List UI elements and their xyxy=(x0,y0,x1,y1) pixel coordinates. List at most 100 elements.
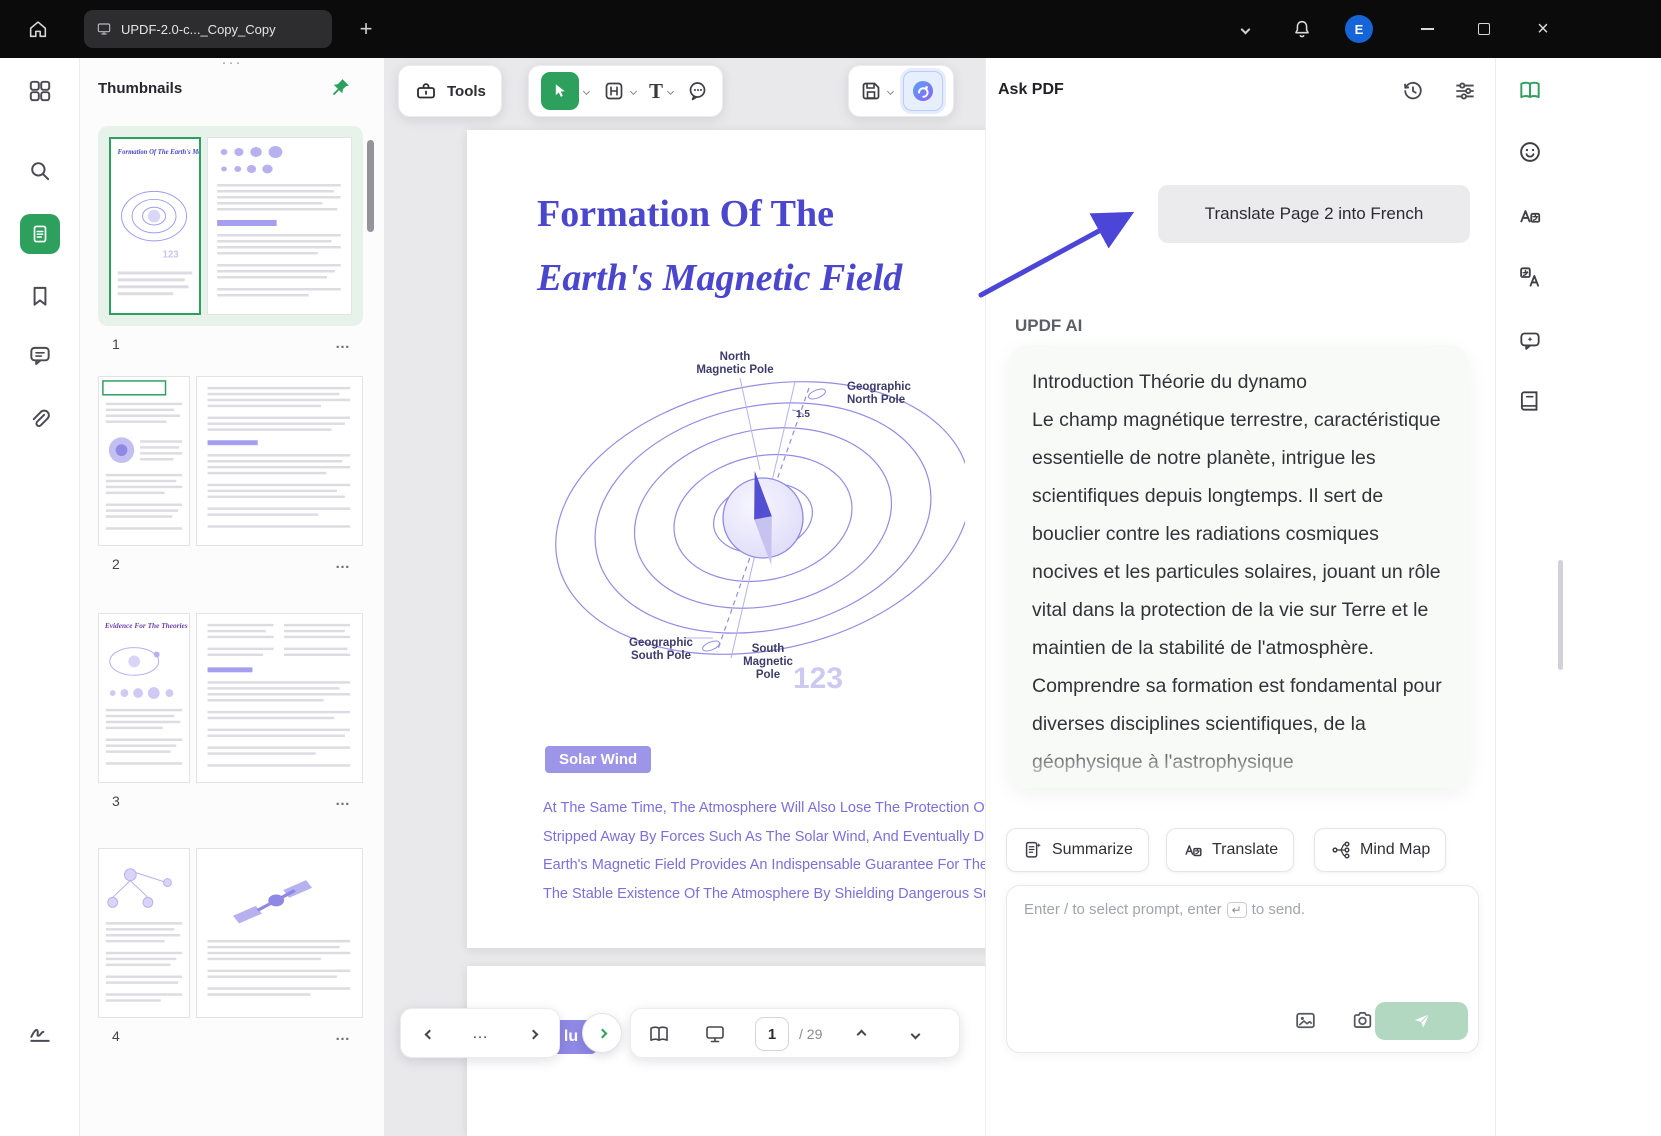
apps-grid-button[interactable] xyxy=(27,78,53,104)
mind-map-chip[interactable]: Mind Map xyxy=(1314,828,1446,872)
reading-mode-button[interactable] xyxy=(639,1009,679,1059)
pdf-page-1: Formation Of The Earth's Magnetic Field xyxy=(467,130,985,948)
page-tool-icon xyxy=(602,79,626,103)
save-icon xyxy=(859,79,883,103)
thumbnail-2-left-preview xyxy=(99,377,189,545)
thumbnail-2-menu-button[interactable]: … xyxy=(335,555,351,572)
thumbnail-1-right-preview xyxy=(208,138,351,314)
expand-button[interactable] xyxy=(582,1013,622,1053)
back-button[interactable] xyxy=(411,1009,447,1059)
maximize-button[interactable] xyxy=(1460,0,1508,58)
comment-icon xyxy=(27,343,53,369)
pdf-title-line1: Formation Of The xyxy=(537,192,834,236)
more-actions-button[interactable]: … xyxy=(463,1009,499,1059)
select-tool-button[interactable] xyxy=(541,72,589,110)
bell-icon xyxy=(1291,18,1313,40)
thumbnail-4-menu-button[interactable]: … xyxy=(335,1027,351,1044)
next-page-button[interactable] xyxy=(897,1009,933,1059)
save-tool-button[interactable] xyxy=(859,79,893,103)
grid-icon xyxy=(27,78,53,104)
bookmarks-button[interactable] xyxy=(27,283,53,309)
thumbnail-3-menu-button[interactable]: … xyxy=(335,792,351,809)
thumbnail-page-4[interactable]: 4 … xyxy=(98,848,363,1044)
ai-sender-label: UPDF AI xyxy=(1015,316,1082,336)
new-tab-button[interactable]: + xyxy=(342,0,390,58)
thumbnails-panel-button[interactable] xyxy=(20,214,60,254)
minimize-button[interactable] xyxy=(1403,0,1451,58)
updf-window: UPDF-2.0-c..._Copy_Copy + E × xyxy=(0,0,1661,1136)
attachments-button[interactable] xyxy=(27,407,53,433)
notebook-button[interactable] xyxy=(1517,388,1543,414)
text-tool-button[interactable]: T xyxy=(649,79,673,104)
forward-button[interactable] xyxy=(515,1009,551,1059)
attach-image-button[interactable] xyxy=(1293,1008,1318,1033)
pdf-title-line2: Earth's Magnetic Field xyxy=(537,256,902,300)
thumbnail-page-2[interactable]: 2 … xyxy=(98,376,363,572)
previous-page-button[interactable] xyxy=(843,1009,879,1059)
presentation-button[interactable] xyxy=(695,1009,735,1059)
input-placeholder: Enter / to select prompt, enter↵to send. xyxy=(1024,901,1305,918)
close-button[interactable]: × xyxy=(1519,0,1567,58)
thumbnails-scrollbar[interactable] xyxy=(367,140,374,232)
notifications-button[interactable] xyxy=(1278,0,1326,58)
pdf-paragraph: At The Same Time, The Atmosphere Will Al… xyxy=(543,794,985,908)
account-avatar[interactable]: E xyxy=(1345,15,1373,43)
svg-text:South: South xyxy=(752,643,785,655)
thumbnail-4-left-preview xyxy=(99,849,189,1017)
thumbnail-1-menu-button[interactable]: … xyxy=(335,335,351,352)
settings-button[interactable] xyxy=(1452,78,1478,104)
search-button[interactable] xyxy=(27,158,53,184)
send-button[interactable] xyxy=(1375,1002,1468,1040)
reader-mode-button[interactable] xyxy=(1517,77,1543,103)
translate-page-button[interactable] xyxy=(1517,203,1543,229)
svg-text:North: North xyxy=(720,351,751,363)
comments-panel-button[interactable] xyxy=(27,343,53,369)
card-fade xyxy=(1010,744,1468,788)
thumbnail-page-1[interactable]: Formation Of The Earth's Magnetic Field … xyxy=(98,126,363,352)
screenshot-button[interactable] xyxy=(1350,1008,1375,1033)
page-tool-button[interactable] xyxy=(602,79,636,103)
pin-panel-button[interactable] xyxy=(330,76,352,98)
translate-selection-button[interactable] xyxy=(1517,264,1543,290)
image-icon xyxy=(1293,1008,1318,1033)
page-total: / 29 xyxy=(799,1009,822,1059)
left-sidebar xyxy=(0,58,80,1136)
comment-tool-button[interactable] xyxy=(686,79,710,103)
chevron-down-icon xyxy=(1240,24,1250,34)
page-number-3: 3 xyxy=(112,793,120,809)
ai-response-body: Le champ magnétique terrestre, caractéri… xyxy=(1032,401,1446,781)
page-number-1: 1 xyxy=(112,336,120,352)
ai-chat-button[interactable] xyxy=(1517,327,1543,353)
thumbnail-page-3[interactable]: Evidence For The Theories xyxy=(98,613,363,809)
placeholder-pre: Enter / to select prompt, enter xyxy=(1024,901,1222,918)
translate-chip[interactable]: Translate xyxy=(1166,828,1294,872)
translate-icon xyxy=(1182,839,1204,861)
thumbnail-3-spread: Evidence For The Theories xyxy=(98,613,363,783)
home-button[interactable] xyxy=(14,0,62,58)
chevron-down-icon xyxy=(887,87,894,94)
signature-button[interactable] xyxy=(27,1019,53,1045)
tab-list-chevron[interactable] xyxy=(1221,0,1269,58)
svg-text:Magnetic: Magnetic xyxy=(743,656,793,668)
pdf-body-line: Earth's Magnetic Field Provides An Indis… xyxy=(543,851,985,880)
ai-assistant-button[interactable] xyxy=(903,71,943,111)
translate-b-icon xyxy=(1517,264,1543,290)
svg-text:1.5: 1.5 xyxy=(796,409,810,420)
mind-map-icon xyxy=(1330,839,1352,861)
search-icon xyxy=(27,158,53,184)
maximize-icon xyxy=(1478,23,1490,35)
document-tab[interactable]: UPDF-2.0-c..._Copy_Copy xyxy=(84,10,332,48)
tools-button[interactable]: Tools xyxy=(398,65,502,117)
window-scrollbar[interactable] xyxy=(1558,560,1563,670)
history-button[interactable] xyxy=(1400,78,1426,104)
summarize-chip[interactable]: Summarize xyxy=(1006,828,1149,872)
send-icon xyxy=(1412,1011,1432,1031)
prompt-input[interactable]: Enter / to select prompt, enter↵to send. xyxy=(1006,885,1479,1053)
page-number-input[interactable]: 1 xyxy=(755,1017,789,1051)
page-number-2: 2 xyxy=(112,556,120,572)
svg-text:Evidence For The Theories: Evidence For The Theories xyxy=(104,621,188,630)
page-number-4: 4 xyxy=(112,1028,120,1044)
ai-response-heading: Introduction Théorie du dynamo xyxy=(1032,363,1446,401)
notebook-icon xyxy=(1517,388,1543,414)
sticker-button[interactable] xyxy=(1517,139,1543,165)
